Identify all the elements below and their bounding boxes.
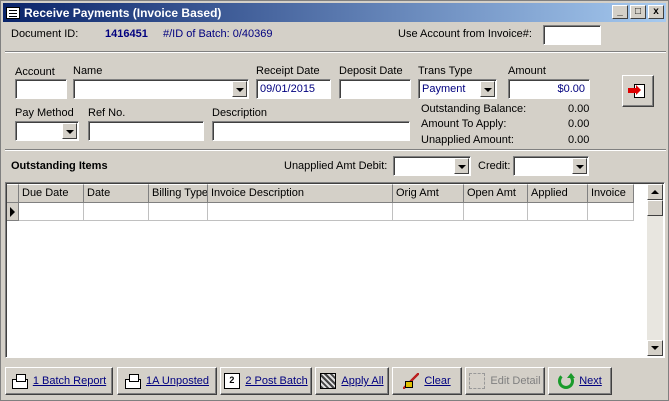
unapplied-debit-combo[interactable] [393,156,471,176]
scroll-up-icon[interactable] [647,184,663,200]
row-selector-arrow-icon[interactable] [7,203,19,221]
account-label: Account [15,66,55,78]
column-header-due-date[interactable]: Due Date [19,184,84,203]
outstanding-balance-value: 0.00 [568,103,590,115]
chevron-down-icon[interactable] [62,123,77,139]
batch-id-label: #/ID of Batch: 0/40369 [163,28,273,40]
column-header-billing-type[interactable]: Billing Type [149,184,208,203]
next-label: Next [579,375,602,387]
window-controls: _ □ x [612,5,664,19]
deposit-date-input[interactable] [339,79,411,99]
account-input[interactable] [15,79,67,99]
maximize-button[interactable]: □ [630,5,646,19]
name-combo[interactable] [73,79,249,99]
batch-report-button[interactable]: 1 Batch Report [5,367,113,395]
amount-to-apply-value: 0.00 [568,118,590,130]
scroll-down-icon[interactable] [647,340,663,356]
chevron-down-icon[interactable] [572,158,587,174]
outstanding-items-title: Outstanding Items [11,160,108,172]
table-row[interactable] [7,203,634,221]
cell-date[interactable] [84,203,149,221]
arrow-right-icon [628,85,641,95]
cell-open-amt[interactable] [464,203,528,221]
edit-detail-icon [469,373,486,389]
post-batch-label: 2 Post Batch [245,375,308,387]
scroll-thumb[interactable] [647,200,663,216]
column-header-date[interactable]: Date [84,184,149,203]
receipt-date-label: Receipt Date [256,65,320,77]
amount-label: Amount [508,65,546,77]
outstanding-items-grid[interactable]: Due Date Date Billing Type Invoice Descr… [5,182,665,358]
description-label: Description [212,107,268,119]
form-divider [5,149,666,151]
post-batch-icon [224,373,241,389]
use-account-invoice-input[interactable] [543,25,601,45]
name-label: Name [73,65,103,77]
chevron-down-icon[interactable] [232,81,247,97]
use-account-from-invoice-label: Use Account from Invoice#: [398,28,532,40]
ref-no-label: Ref No. [88,107,126,119]
column-header-open-amt[interactable]: Open Amt [464,184,528,203]
credit-combo[interactable] [513,156,589,176]
cell-orig-amt[interactable] [393,203,464,221]
clear-button[interactable]: Clear [392,367,462,395]
apply-all-label: Apply All [341,375,384,387]
edit-detail-button[interactable]: Edit Detail [465,367,545,395]
apply-all-icon [320,373,337,389]
receive-payments-window: Receive Payments (Invoice Based) _ □ x D… [0,0,669,401]
cell-due-date[interactable] [19,203,84,221]
cell-billing-type[interactable] [149,203,208,221]
trans-type-label: Trans Type [418,65,473,77]
clear-label: Clear [424,375,451,387]
column-header-invoice-description[interactable]: Invoice Description [208,184,393,203]
unposted-label: 1A Unposted [146,375,209,387]
deposit-date-label: Deposit Date [339,65,403,77]
receipt-date-input[interactable]: 09/01/2015 [256,79,331,99]
column-header-applied[interactable]: Applied [528,184,588,203]
cell-invoice[interactable] [588,203,634,221]
credit-label: Credit: [478,160,511,172]
column-header-orig-amt[interactable]: Orig Amt [393,184,464,203]
import-document-button[interactable] [622,75,654,107]
unapplied-amount-value: 0.00 [568,134,590,146]
grid-corner [7,184,19,203]
grid-vertical-scrollbar[interactable] [647,184,663,356]
cell-invoice-description[interactable] [208,203,393,221]
pay-method-combo[interactable] [15,121,79,141]
chevron-down-icon[interactable] [480,81,495,97]
title-bar: Receive Payments (Invoice Based) _ □ x [3,3,666,22]
printer-icon [11,373,28,389]
grid-header: Due Date Date Billing Type Invoice Descr… [7,184,634,203]
unapplied-amount-label: Unapplied Amount: [421,134,514,146]
minimize-button[interactable]: _ [612,5,628,19]
window-title: Receive Payments (Invoice Based) [24,5,222,20]
document-id-label: Document ID: [11,28,79,40]
apply-all-button[interactable]: Apply All [315,367,389,395]
ref-no-input[interactable] [88,121,204,141]
edit-detail-label: Edit Detail [490,375,541,387]
next-button[interactable]: Next [548,367,612,395]
close-button[interactable]: x [648,5,664,19]
cell-applied[interactable] [528,203,588,221]
batch-report-label: 1 Batch Report [32,375,107,387]
trans-type-combo[interactable]: Payment [418,79,497,99]
unposted-button[interactable]: 1A Unposted [117,367,217,395]
eraser-icon [403,373,420,389]
refresh-arrow-icon [558,373,576,389]
pay-method-label: Pay Method [15,107,74,119]
amount-to-apply-label: Amount To Apply: [421,118,507,130]
amount-input[interactable]: $0.00 [508,79,590,99]
description-input[interactable] [212,121,410,141]
outstanding-balance-label: Outstanding Balance: [421,103,527,115]
unapplied-debit-label: Unapplied Amt Debit: [284,160,388,172]
printer-icon [125,373,141,389]
column-header-invoice[interactable]: Invoice [588,184,634,203]
window-app-icon [6,6,20,19]
post-batch-button[interactable]: 2 Post Batch [220,367,312,395]
document-id-value: 1416451 [105,28,148,40]
chevron-down-icon[interactable] [454,158,469,174]
header-divider [5,51,666,53]
